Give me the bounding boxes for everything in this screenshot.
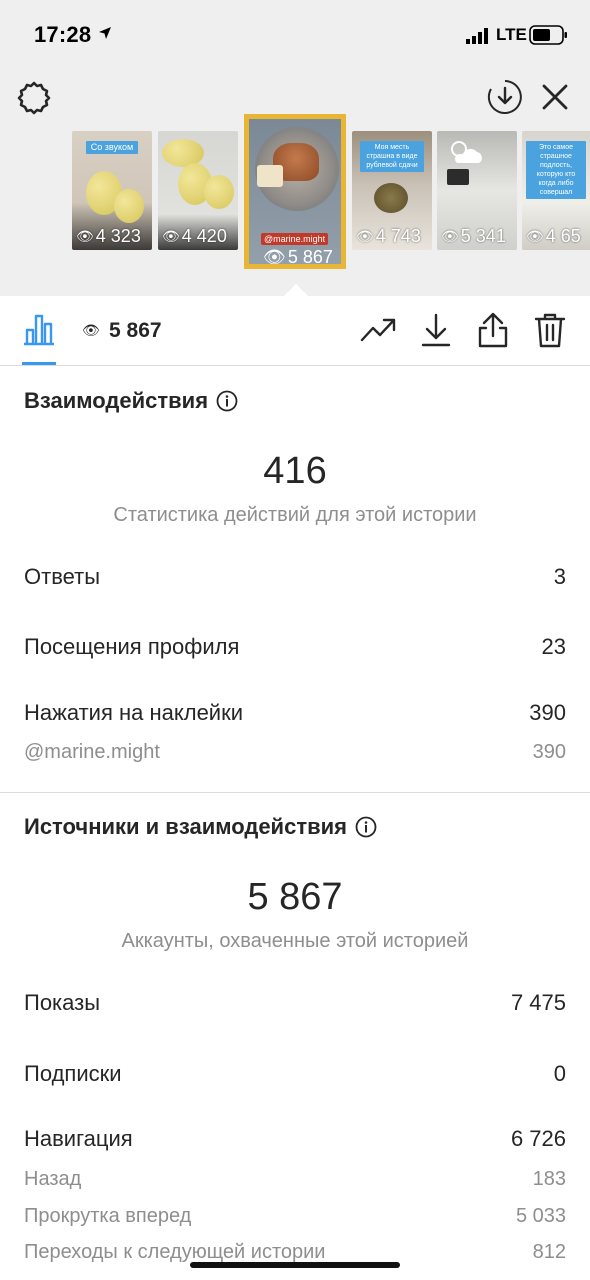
discovery-section-title: Источники и взаимодействия: [24, 814, 377, 840]
download-icon[interactable]: [420, 313, 452, 347]
stat-subrow-back: Назад 183: [24, 1168, 566, 1191]
stat-label: Показы: [24, 990, 101, 1015]
interactions-caption: Статистика действий для этой истории: [113, 504, 477, 526]
stat-label: Назад: [24, 1168, 82, 1190]
location-arrow-icon: [99, 27, 111, 39]
thumbnail-image: [447, 169, 469, 185]
stat-row-follows: Подписки 0: [24, 1061, 566, 1087]
eye-icon: 👁: [82, 322, 100, 338]
interactions-section-title: Взаимодействия: [24, 388, 238, 414]
story-strip-area: 17:28 LTE Со звуком 👁 4 323 👁 4 420 @mar…: [0, 0, 590, 296]
story-view-count: 5 341: [460, 226, 506, 246]
eye-icon: 👁: [263, 247, 286, 264]
stat-row-replies: Ответы 3: [24, 564, 566, 590]
insights-bar-chart-icon[interactable]: [22, 312, 56, 346]
eye-icon: 👁: [162, 228, 180, 244]
signal-icon: [466, 28, 488, 44]
story-thumbnail-selected[interactable]: @marine.might 👁 5 867: [244, 114, 346, 269]
status-time: 17:28: [34, 22, 92, 47]
home-indicator[interactable]: [190, 1262, 400, 1268]
interactions-total: 416: [263, 450, 327, 492]
stat-value: 5 033: [515, 1205, 566, 1227]
stat-label: Нажатия на наклейки: [24, 700, 244, 725]
active-tab-indicator: [22, 362, 56, 365]
story-caption: Это самое страшное подлость, которую кто…: [526, 141, 586, 199]
eye-icon: 👁: [526, 228, 544, 244]
stat-value: 183: [532, 1168, 566, 1190]
trash-icon[interactable]: [534, 312, 566, 348]
section-title-text: Взаимодействия: [24, 388, 209, 413]
stat-subrow-next-story: Переходы к следующей истории 812: [24, 1241, 566, 1264]
eye-icon: 👁: [356, 228, 374, 244]
story-caption: Со звуком: [86, 141, 138, 154]
trending-arrow-icon[interactable]: [360, 316, 398, 342]
story-thumbnail-5[interactable]: 👁 5 341: [437, 131, 517, 250]
stat-label: @marine.might: [24, 741, 160, 763]
story-thumbnail-6[interactable]: Это самое страшное подлость, которую кто…: [522, 131, 590, 250]
stat-label: Посещения профиля: [24, 634, 240, 659]
status-bar: 17:28 LTE: [0, 0, 590, 70]
toolbar-view-count: 5 867: [109, 319, 162, 342]
info-icon[interactable]: [216, 390, 238, 412]
stat-row-impressions: Показы 7 475: [24, 990, 566, 1016]
stat-subrow-mention: @marine.might 390: [24, 741, 566, 764]
stat-label: Прокрутка вперед: [24, 1205, 192, 1227]
story-view-count: 4 65: [545, 226, 581, 246]
stat-row-profile-visits: Посещения профиля 23: [24, 634, 566, 660]
info-icon[interactable]: [355, 816, 377, 838]
discovery-caption: Аккаунты, охваченные этой историей: [121, 930, 469, 952]
thumbnail-image: [374, 183, 408, 213]
stat-row-navigation: Навигация 6 726: [24, 1126, 566, 1152]
stat-value: 390: [532, 741, 566, 763]
story-thumbnail-1[interactable]: Со звуком 👁 4 323: [72, 131, 152, 250]
stat-row-sticker-taps: Нажатия на наклейки 390: [24, 700, 566, 726]
stat-value: 6 726: [510, 1126, 566, 1151]
stat-label: Переходы к следующей истории: [24, 1241, 326, 1263]
stat-value: 7 475: [510, 990, 566, 1015]
stat-label: Навигация: [24, 1126, 133, 1151]
stat-value: 3: [553, 564, 566, 589]
network-label: LTE: [496, 25, 527, 44]
stat-value: 812: [532, 1241, 566, 1263]
eye-icon: 👁: [76, 228, 94, 244]
stat-value: 390: [529, 700, 566, 725]
stat-label: Подписки: [24, 1061, 122, 1086]
stat-subrow-forward: Прокрутка вперед 5 033: [24, 1205, 566, 1228]
download-circle-icon[interactable]: [486, 78, 524, 116]
thumbnail-image: [257, 165, 283, 187]
close-icon[interactable]: [541, 83, 569, 111]
stat-label: Ответы: [24, 564, 101, 589]
stat-value: 23: [541, 634, 566, 659]
mention-sticker: @marine.might: [261, 233, 329, 245]
story-thumbnail-4[interactable]: Моя месть страшна в виде рублевой сдачи …: [352, 131, 432, 250]
weather-icon: [451, 141, 482, 163]
stat-value: 0: [553, 1061, 566, 1086]
thumbnail-image: [204, 175, 234, 209]
story-caption: Моя месть страшна в виде рублевой сдачи: [360, 141, 424, 172]
settings-gear-icon[interactable]: [16, 80, 52, 116]
share-icon[interactable]: [476, 312, 510, 348]
eye-icon: 👁: [441, 228, 459, 244]
section-divider: [0, 792, 590, 793]
story-view-count: 4 323: [95, 226, 141, 246]
story-view-count: 5 867: [287, 247, 333, 264]
section-title-text: Источники и взаимодействия: [24, 814, 347, 839]
discovery-total: 5 867: [247, 876, 343, 918]
story-view-count: 4 743: [375, 226, 421, 246]
selection-pointer: [284, 284, 308, 296]
battery-icon: [529, 25, 567, 45]
thumbnail-image: [114, 189, 144, 223]
story-toolbar: 👁 5 867: [0, 296, 590, 366]
story-view-count: 4 420: [181, 226, 227, 246]
story-thumbnail-2[interactable]: 👁 4 420: [158, 131, 238, 250]
